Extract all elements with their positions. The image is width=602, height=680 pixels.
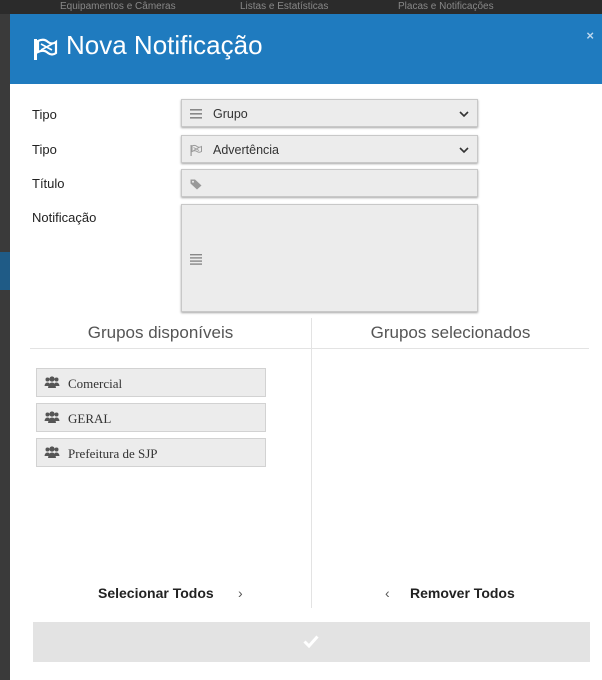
- background-tab-strip: Equipamentos e Câmeras Listas e Estatíst…: [0, 0, 602, 14]
- group-item-geral[interactable]: GERAL: [36, 403, 266, 432]
- new-notification-modal: Nova Notificação × Tipo Grupo Tipo Adver…: [10, 14, 602, 680]
- align-justify-icon: [190, 254, 202, 265]
- notificacao-textarea[interactable]: [181, 204, 478, 312]
- titulo-label: Título: [32, 176, 65, 191]
- available-groups-title: Grupos disponíveis: [87, 323, 234, 342]
- chevron-right-icon[interactable]: ›: [238, 585, 243, 601]
- tipo-group-select[interactable]: Grupo: [181, 99, 478, 127]
- users-icon: [44, 411, 60, 423]
- remove-all-button[interactable]: Remover Todos: [410, 585, 515, 601]
- submit-button[interactable]: [33, 622, 590, 662]
- modal-header: Nova Notificação ×: [10, 14, 602, 84]
- tipo-warning-select[interactable]: Advertência: [181, 135, 478, 163]
- chevron-down-icon: [459, 147, 469, 154]
- notificacao-label: Notificação: [32, 210, 97, 225]
- select-all-button[interactable]: Selecionar Todos: [98, 585, 214, 601]
- chevron-down-icon: [459, 111, 469, 118]
- tipo-label: Tipo: [32, 142, 57, 157]
- chevron-left-icon[interactable]: ‹: [385, 585, 390, 601]
- tag-icon: [190, 179, 202, 190]
- titulo-input[interactable]: [181, 169, 478, 197]
- users-icon: [44, 376, 60, 388]
- background-sidebar: [0, 14, 10, 680]
- divider: [30, 348, 311, 349]
- flag-icon: [190, 144, 202, 156]
- background-tab: Equipamentos e Câmeras: [60, 1, 176, 12]
- selected-groups-title: Grupos selecionados: [370, 323, 531, 342]
- tipo-group-value: Grupo: [213, 107, 248, 121]
- background-tab: Placas e Notificações: [398, 1, 494, 12]
- group-item-prefeitura-sjp[interactable]: Prefeitura de SJP: [36, 438, 266, 467]
- close-icon[interactable]: ×: [586, 28, 594, 43]
- background-tab: Listas e Estatísticas: [240, 1, 329, 12]
- users-icon: [44, 446, 60, 458]
- divider: [312, 348, 589, 349]
- list-icon: [190, 109, 202, 119]
- group-label: Prefeitura de SJP: [68, 446, 158, 461]
- tipo-label: Tipo: [32, 107, 57, 122]
- group-label: GERAL: [68, 411, 112, 426]
- check-icon: [303, 635, 319, 648]
- column-divider: [311, 318, 312, 608]
- group-item-comercial[interactable]: Comercial: [36, 368, 266, 397]
- background-active-tab: [0, 252, 10, 290]
- flag-icon: [34, 38, 58, 60]
- tipo-warning-value: Advertência: [213, 143, 280, 157]
- modal-title: Nova Notificação: [66, 30, 263, 60]
- group-label: Comercial: [68, 376, 123, 391]
